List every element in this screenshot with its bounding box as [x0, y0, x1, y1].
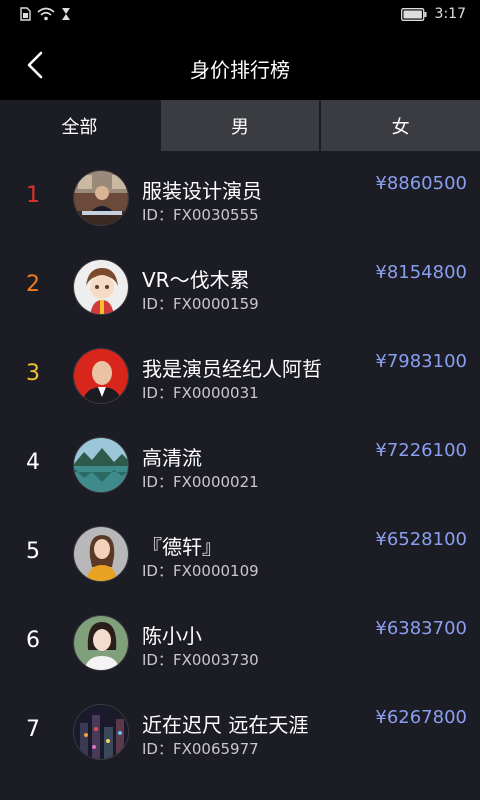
user-name: 陈小小	[142, 624, 202, 648]
avatar[interactable]	[73, 259, 129, 315]
user-id: ID：FX0030555	[142, 206, 259, 224]
rank-number: 7	[26, 717, 40, 742]
avatar[interactable]	[73, 704, 129, 760]
tab-bar: 全部 男 女	[0, 100, 480, 151]
ranking-row[interactable]: 1 服装设计演员 ID：FX0030555 ¥8860500	[0, 151, 480, 240]
cartoon-boy-avatar	[74, 260, 128, 314]
user-name: 服装设计演员	[142, 179, 262, 203]
avatar[interactable]	[73, 170, 129, 226]
sim-card-icon	[20, 7, 31, 21]
status-time: 3:17	[434, 6, 466, 22]
avatar[interactable]	[73, 615, 129, 671]
man-in-office-avatar	[74, 171, 128, 225]
tab-female[interactable]: 女	[319, 100, 480, 151]
app-header: 身价排行榜	[0, 28, 480, 100]
rank-number: 5	[26, 539, 40, 564]
user-value: ¥7983100	[375, 351, 467, 372]
user-value: ¥8860500	[375, 173, 467, 194]
wifi-icon	[37, 7, 55, 21]
user-id: ID：FX0065977	[142, 740, 259, 758]
user-id: ID：FX0000021	[142, 473, 259, 491]
user-id: ID：FX0000031	[142, 384, 259, 402]
status-icons-left	[20, 7, 71, 21]
ranking-row[interactable]: 2 VR～伐木累 ID：FX0000159 ¥8154800	[0, 240, 480, 329]
tab-all[interactable]: 全部	[0, 100, 159, 151]
man-red-background-avatar	[74, 349, 128, 403]
rank-number: 2	[26, 272, 40, 297]
ranking-row[interactable]: 7 近在迟尺 远在天涯 ID：FX0065977 ¥6267800	[0, 685, 480, 774]
rank-number: 4	[26, 450, 40, 475]
rank-number: 1	[26, 183, 40, 208]
user-value: ¥7226100	[375, 440, 467, 461]
user-value: ¥8154800	[375, 262, 467, 283]
avatar[interactable]	[73, 437, 129, 493]
hourglass-icon	[62, 8, 70, 20]
battery-icon	[400, 7, 427, 21]
user-id: ID：FX0000159	[142, 295, 259, 313]
ranking-row[interactable]: 6 陈小小 ID：FX0003730 ¥6383700	[0, 596, 480, 685]
girl-portrait-avatar	[74, 616, 128, 670]
ranking-row[interactable]: 5 『德轩』 ID：FX0000109 ¥6528100	[0, 507, 480, 596]
user-value: ¥6383700	[375, 618, 467, 639]
user-name: 近在迟尺 远在天涯	[142, 713, 309, 737]
woman-yellow-top-avatar	[74, 527, 128, 581]
avatar[interactable]	[73, 526, 129, 582]
status-bar: 3:17	[0, 0, 480, 28]
user-name: 『德轩』	[142, 535, 222, 559]
avatar[interactable]	[73, 348, 129, 404]
user-name: VR～伐木累	[142, 268, 250, 292]
status-icons-right: 3:17	[400, 6, 466, 22]
user-name: 我是演员经纪人阿哲	[142, 357, 322, 381]
user-id: ID：FX0000109	[142, 562, 259, 580]
lake-landscape-avatar	[74, 438, 128, 492]
tab-male[interactable]: 男	[158, 100, 320, 151]
ranking-list: 1 服装设计演员 ID：FX0030555 ¥8860500 2 VR～伐木累 …	[0, 151, 480, 774]
user-value: ¥6528100	[375, 529, 467, 550]
city-night-avatar	[74, 705, 128, 759]
user-value: ¥6267800	[375, 707, 467, 728]
rank-number: 6	[26, 628, 40, 653]
page-title: 身价排行榜	[190, 58, 290, 82]
ranking-row[interactable]: 4 高清流 ID：FX0000021 ¥7226100	[0, 418, 480, 507]
user-name: 高清流	[142, 446, 202, 470]
user-id: ID：FX0003730	[142, 651, 259, 669]
rank-number: 3	[26, 361, 40, 386]
ranking-row[interactable]: 3 我是演员经纪人阿哲 ID：FX0000031 ¥7983100	[0, 329, 480, 418]
